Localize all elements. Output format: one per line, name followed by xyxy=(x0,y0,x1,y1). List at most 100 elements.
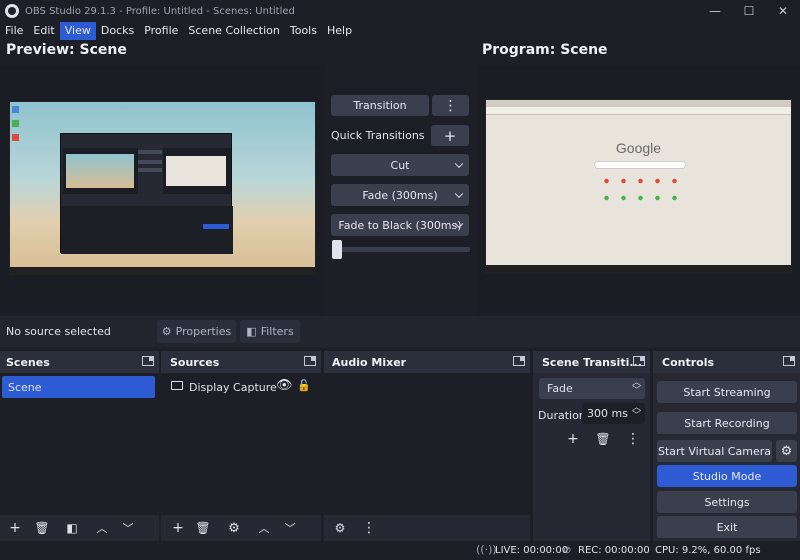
trash-icon: 🗑 xyxy=(34,521,50,535)
add-scene-button[interactable]: + xyxy=(4,518,26,538)
rec-timer: REC: 00:00:00 xyxy=(578,545,650,556)
menu-docks[interactable]: Docks xyxy=(96,22,139,40)
float-dock-icon[interactable] xyxy=(633,356,645,366)
live-timer: LIVE: 00:00:00 xyxy=(495,545,569,556)
eye-icon[interactable]: 👁 xyxy=(276,378,293,393)
menu-view[interactable]: View xyxy=(59,22,96,40)
chevron-up-icon: ︿ xyxy=(96,522,108,535)
start-recording-button[interactable]: Start Recording xyxy=(657,412,797,434)
program-title: Program: Scene xyxy=(482,42,608,58)
start-virtual-camera-button[interactable]: Start Virtual Camera xyxy=(657,440,772,462)
audio-mixer-title: Audio Mixer xyxy=(332,356,407,369)
taskbar xyxy=(10,267,315,274)
source-item[interactable]: Display Capture 👁 🔓 xyxy=(163,376,318,398)
window-controls: — ☐ ✕ xyxy=(698,0,800,22)
nested-obs-window xyxy=(60,133,233,254)
source-toolbar: No source selected ⚙ Properties ◧ Filter… xyxy=(0,316,800,348)
google-logo: Google xyxy=(615,140,662,156)
plus-icon: + xyxy=(567,431,579,447)
desktop-icon xyxy=(12,134,19,141)
monitor-icon xyxy=(171,381,183,390)
minimize-button[interactable]: — xyxy=(698,0,732,22)
shortcut-icons-row xyxy=(598,178,682,184)
trash-icon: 🗑 xyxy=(195,521,211,535)
vertical-dots-icon: ⋮ xyxy=(362,520,376,536)
filters-button[interactable]: ◧ Filters xyxy=(240,320,300,343)
move-scene-up-button[interactable]: ︿ xyxy=(91,518,113,538)
transition-slider-track[interactable] xyxy=(333,247,470,252)
filter-icon: ◧ xyxy=(246,325,257,338)
add-transition-button[interactable]: + xyxy=(562,429,584,449)
plus-icon: + xyxy=(443,126,457,145)
transition-button[interactable]: Transition xyxy=(331,95,429,116)
scenes-title: Scenes xyxy=(6,356,50,369)
transition-menu-button[interactable]: ⋮ xyxy=(622,429,644,449)
scene-filters-button[interactable]: ◧ xyxy=(61,518,83,538)
scene-item[interactable]: Scene xyxy=(2,376,155,398)
remove-transition-button[interactable]: 🗑 xyxy=(592,429,614,449)
shortcut-icons-row xyxy=(598,195,682,201)
menu-help[interactable]: Help xyxy=(322,22,357,40)
record-icon: ⊘ xyxy=(563,545,572,556)
vertical-dots-icon: ⋮ xyxy=(443,97,458,114)
studio-mode-button[interactable]: Studio Mode xyxy=(657,465,797,487)
no-source-label: No source selected xyxy=(6,325,111,338)
preview-title: Preview: Scene xyxy=(6,42,127,58)
transition-select[interactable]: Fade ︿ ﹀ xyxy=(539,378,645,399)
settings-button[interactable]: Settings xyxy=(657,491,797,513)
browser-toolbar xyxy=(486,107,791,115)
float-dock-icon[interactable] xyxy=(783,356,795,366)
menu-file[interactable]: File xyxy=(0,22,28,40)
quick-transition-fade[interactable]: Fade (300ms) xyxy=(331,184,469,206)
move-scene-down-button[interactable]: ﹀ xyxy=(117,518,139,538)
properties-button[interactable]: ⚙ Properties xyxy=(157,320,236,343)
virtual-camera-settings-button[interactable]: ⚙ xyxy=(776,440,797,462)
menu-bar: File Edit View Docks Profile Scene Colle… xyxy=(0,22,800,40)
float-dock-icon[interactable] xyxy=(513,356,525,366)
program-screen: Google xyxy=(485,99,792,273)
filter-icon: ◧ xyxy=(66,521,78,535)
quick-transition-fade-black[interactable]: Fade to Black (300ms) xyxy=(331,214,469,236)
preview-canvas[interactable] xyxy=(0,65,325,315)
menu-profile[interactable]: Profile xyxy=(139,22,183,40)
gears-icon: ⚙ xyxy=(334,521,346,535)
plus-icon: + xyxy=(9,520,21,536)
lock-icon[interactable]: 🔓 xyxy=(297,379,311,392)
exit-button[interactable]: Exit xyxy=(657,516,797,538)
move-source-up-button[interactable]: ︿ xyxy=(253,518,275,538)
close-button[interactable]: ✕ xyxy=(766,0,800,22)
start-streaming-button[interactable]: Start Streaming xyxy=(657,381,797,403)
transition-slider-handle[interactable] xyxy=(332,240,342,259)
move-source-down-button[interactable]: ﹀ xyxy=(279,518,301,538)
maximize-button[interactable]: ☐ xyxy=(732,0,766,22)
chevron-down-icon: ﹀ xyxy=(284,522,296,535)
duration-label: Duration xyxy=(538,409,586,422)
chevron-down-icon xyxy=(454,189,464,199)
advanced-audio-properties-button[interactable]: ⚙ xyxy=(329,518,351,538)
quick-transition-cut[interactable]: Cut xyxy=(331,154,469,176)
scenes-dock: Scenes Scene + 🗑 ◧ ︿ ﹀ xyxy=(0,351,159,541)
remove-source-button[interactable]: 🗑 xyxy=(192,518,214,538)
chevron-down-icon xyxy=(454,159,464,169)
menu-tools[interactable]: Tools xyxy=(285,22,322,40)
source-properties-button[interactable]: ⚙ xyxy=(223,518,245,538)
gear-icon: ⚙ xyxy=(161,325,172,338)
spin-arrows-icon: ︿ ﹀ xyxy=(631,378,641,396)
sources-dock: Sources Display Capture 👁 🔓 + 🗑 ⚙ ︿ ﹀ xyxy=(161,351,321,541)
menu-edit[interactable]: Edit xyxy=(28,22,59,40)
scenes-list: Scene xyxy=(0,373,159,515)
add-source-button[interactable]: + xyxy=(167,518,189,538)
spin-arrows-icon: ︿ ﹀ xyxy=(631,403,641,421)
add-quick-transition-button[interactable]: + xyxy=(431,125,469,146)
desktop-icon xyxy=(12,106,19,113)
float-dock-icon[interactable] xyxy=(304,356,316,366)
transition-options-button[interactable]: ⋮ xyxy=(432,95,469,116)
search-box xyxy=(594,161,686,169)
menu-scene-collection[interactable]: Scene Collection xyxy=(183,22,284,40)
remove-scene-button[interactable]: 🗑 xyxy=(31,518,53,538)
audio-mixer-dock: Audio Mixer ⚙ ⋮ xyxy=(324,351,530,541)
duration-input[interactable]: 300 ms ︿ ﹀ xyxy=(582,403,645,424)
scene-transitions-title: Scene Transiti... xyxy=(542,356,642,369)
float-dock-icon[interactable] xyxy=(142,356,154,366)
audio-mixer-menu-button[interactable]: ⋮ xyxy=(358,518,380,538)
